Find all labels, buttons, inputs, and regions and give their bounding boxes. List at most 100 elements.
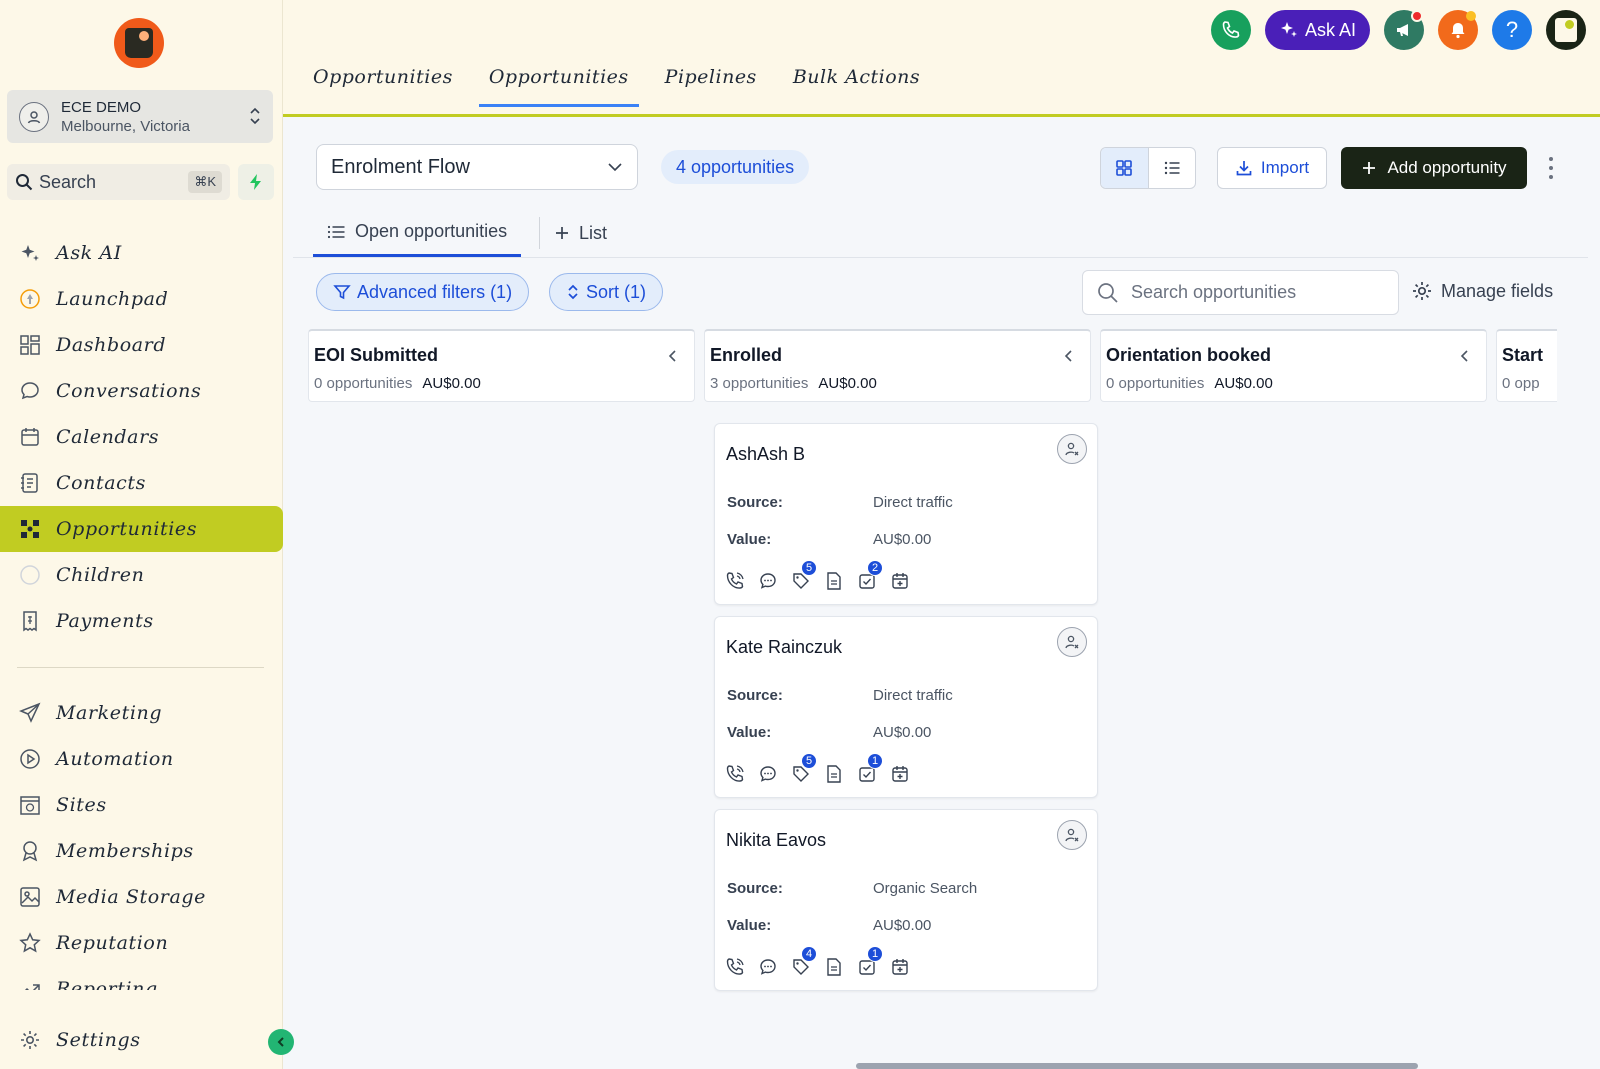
call-action-button[interactable] xyxy=(725,955,758,979)
top-actions: Ask AI ? xyxy=(1197,10,1586,50)
assign-owner-button[interactable] xyxy=(1057,434,1087,464)
message-action-button[interactable] xyxy=(758,955,791,979)
sidebar-item-label: Ask AI xyxy=(56,242,122,264)
tab-pipelines[interactable]: Pipelines xyxy=(655,62,767,107)
sidebar-search[interactable]: Search ⌘K xyxy=(7,164,230,200)
subtab-label: Open opportunities xyxy=(355,221,508,241)
list-view-icon xyxy=(1164,161,1180,175)
phone-call-icon xyxy=(726,958,744,975)
assign-owner-button[interactable] xyxy=(1057,627,1087,657)
advanced-filters-button[interactable]: Advanced filters (1) xyxy=(316,273,530,311)
stage-column-header[interactable]: Enrolled 3 opportunities AU$0.00 xyxy=(704,329,1091,402)
appointment-action-button[interactable] xyxy=(890,569,923,593)
notes-action-button[interactable] xyxy=(824,762,857,786)
assign-owner-button[interactable] xyxy=(1057,820,1087,850)
tasks-action-button[interactable]: 2 xyxy=(857,560,890,593)
phone-call-icon xyxy=(726,572,744,589)
sidebar-item-launchpad[interactable]: Launchpad xyxy=(0,276,283,322)
announcements-button[interactable] xyxy=(1384,10,1424,50)
notes-action-button[interactable] xyxy=(824,569,857,593)
sidebar-item-label: Opportunities xyxy=(56,518,198,540)
sidebar-item-ask-ai[interactable]: Ask AI xyxy=(0,230,283,276)
tab-bulk-actions[interactable]: Bulk Actions xyxy=(783,62,930,107)
grid-icon xyxy=(18,333,42,357)
collapse-stage-button[interactable] xyxy=(1460,349,1470,368)
value-row: Value: AU$0.00 xyxy=(727,917,931,934)
sidebar-item-reputation[interactable]: Reputation xyxy=(0,920,283,966)
board-view-button[interactable] xyxy=(1101,148,1149,188)
bell-icon xyxy=(1451,23,1465,39)
tags-action-button[interactable]: 5 xyxy=(791,753,824,786)
tags-action-button[interactable]: 5 xyxy=(791,560,824,593)
add-opportunity-button[interactable]: Add opportunity xyxy=(1341,147,1527,189)
more-options-button[interactable] xyxy=(1541,153,1561,183)
unassigned-user-icon xyxy=(1065,828,1079,842)
sidebar-divider xyxy=(17,667,264,668)
sidebar-item-settings[interactable]: Settings xyxy=(0,1017,283,1063)
sidebar-item-children[interactable]: Children xyxy=(0,552,283,598)
sidebar-item-dashboard[interactable]: Dashboard xyxy=(0,322,283,368)
stage-column-header[interactable]: Orientation booked 0 opportunities AU$0.00 xyxy=(1100,329,1487,402)
call-action-button[interactable] xyxy=(725,569,758,593)
source-row: Source: Direct traffic xyxy=(727,687,953,704)
help-button[interactable]: ? xyxy=(1492,10,1532,50)
sidebar-item-sites[interactable]: Sites xyxy=(0,782,283,828)
quick-action-button[interactable] xyxy=(238,164,274,200)
appointment-action-button[interactable] xyxy=(890,955,923,979)
gear-icon xyxy=(18,1028,42,1052)
ask-ai-button[interactable]: Ask AI xyxy=(1264,10,1370,50)
sort-button[interactable]: Sort (1) xyxy=(549,273,664,311)
stage-meta: 0 opp xyxy=(1502,375,1557,392)
notes-action-button[interactable] xyxy=(824,955,857,979)
tasks-action-button[interactable]: 1 xyxy=(857,946,890,979)
profile-avatar[interactable] xyxy=(1546,10,1586,50)
list-view-button[interactable] xyxy=(1149,148,1196,188)
sidebar-item-calendars[interactable]: Calendars xyxy=(0,414,283,460)
notifications-button[interactable] xyxy=(1438,10,1478,50)
call-action-button[interactable] xyxy=(725,762,758,786)
tab-opportunities[interactable]: Opportunities xyxy=(478,62,639,107)
calendar-plus-icon xyxy=(892,573,908,589)
subtab-add-list[interactable]: List xyxy=(541,209,621,257)
sidebar-item-marketing[interactable]: Marketing xyxy=(0,690,283,736)
stage-column-header[interactable]: Start 0 opp xyxy=(1496,329,1557,402)
import-button[interactable]: Import xyxy=(1217,147,1327,189)
message-action-button[interactable] xyxy=(758,762,791,786)
card-quick-actions: 41 xyxy=(725,946,923,979)
board-horizontal-scrollbar[interactable] xyxy=(856,1063,1418,1069)
sidebar-item-reporting[interactable]: Reporting xyxy=(0,966,283,990)
top-tabs: Opportunities Opportunities Pipelines Bu… xyxy=(303,62,946,107)
manage-fields-button[interactable]: Manage fields xyxy=(1411,280,1553,302)
sidebar-item-opportunities[interactable]: Opportunities xyxy=(0,506,283,552)
brand-logo[interactable] xyxy=(114,18,164,68)
opportunity-name[interactable]: Kate Rainczuk xyxy=(726,637,842,658)
opportunity-search-input[interactable] xyxy=(1131,282,1371,303)
tab-opportunities-overview[interactable]: Opportunities xyxy=(303,62,463,107)
collapse-stage-button[interactable] xyxy=(668,349,678,368)
opportunity-card[interactable]: AshAsh B Source: Direct traffic Value: AU$0.… xyxy=(714,423,1098,605)
sidebar-item-memberships[interactable]: Memberships xyxy=(0,828,283,874)
message-action-button[interactable] xyxy=(758,569,791,593)
collapse-sidebar-button[interactable] xyxy=(268,1029,294,1055)
opportunities-icon xyxy=(18,517,42,541)
tags-action-button[interactable]: 4 xyxy=(791,946,824,979)
opportunity-card[interactable]: Nikita Eavos Source: Organic Search Value: A… xyxy=(714,809,1098,991)
appointment-action-button[interactable] xyxy=(890,762,923,786)
phone-button[interactable] xyxy=(1210,10,1251,50)
sidebar-item-automation[interactable]: Automation xyxy=(0,736,283,782)
sidebar-item-contacts[interactable]: Contacts xyxy=(0,460,283,506)
account-switcher[interactable]: ECE DEMO Melbourne, Victoria xyxy=(7,90,273,143)
sidebar-item-media-storage[interactable]: Media Storage xyxy=(0,874,283,920)
opportunity-name[interactable]: AshAsh B xyxy=(726,444,805,465)
opportunity-card[interactable]: Kate Rainczuk Source: Direct traffic Value:… xyxy=(714,616,1098,798)
collapse-stage-button[interactable] xyxy=(1064,349,1074,368)
opportunity-name[interactable]: Nikita Eavos xyxy=(726,830,826,851)
tasks-action-button[interactable]: 1 xyxy=(857,753,890,786)
sidebar-item-label: Marketing xyxy=(56,702,163,724)
stage-column-header[interactable]: EOI Submitted 0 opportunities AU$0.00 xyxy=(308,329,695,402)
image-icon xyxy=(18,885,42,909)
subtab-open-opportunities[interactable]: Open opportunities xyxy=(313,209,522,257)
sidebar-item-payments[interactable]: Payments xyxy=(0,598,283,644)
pipeline-select[interactable]: Enrolment Flow xyxy=(316,144,638,190)
sidebar-item-conversations[interactable]: Conversations xyxy=(0,368,283,414)
